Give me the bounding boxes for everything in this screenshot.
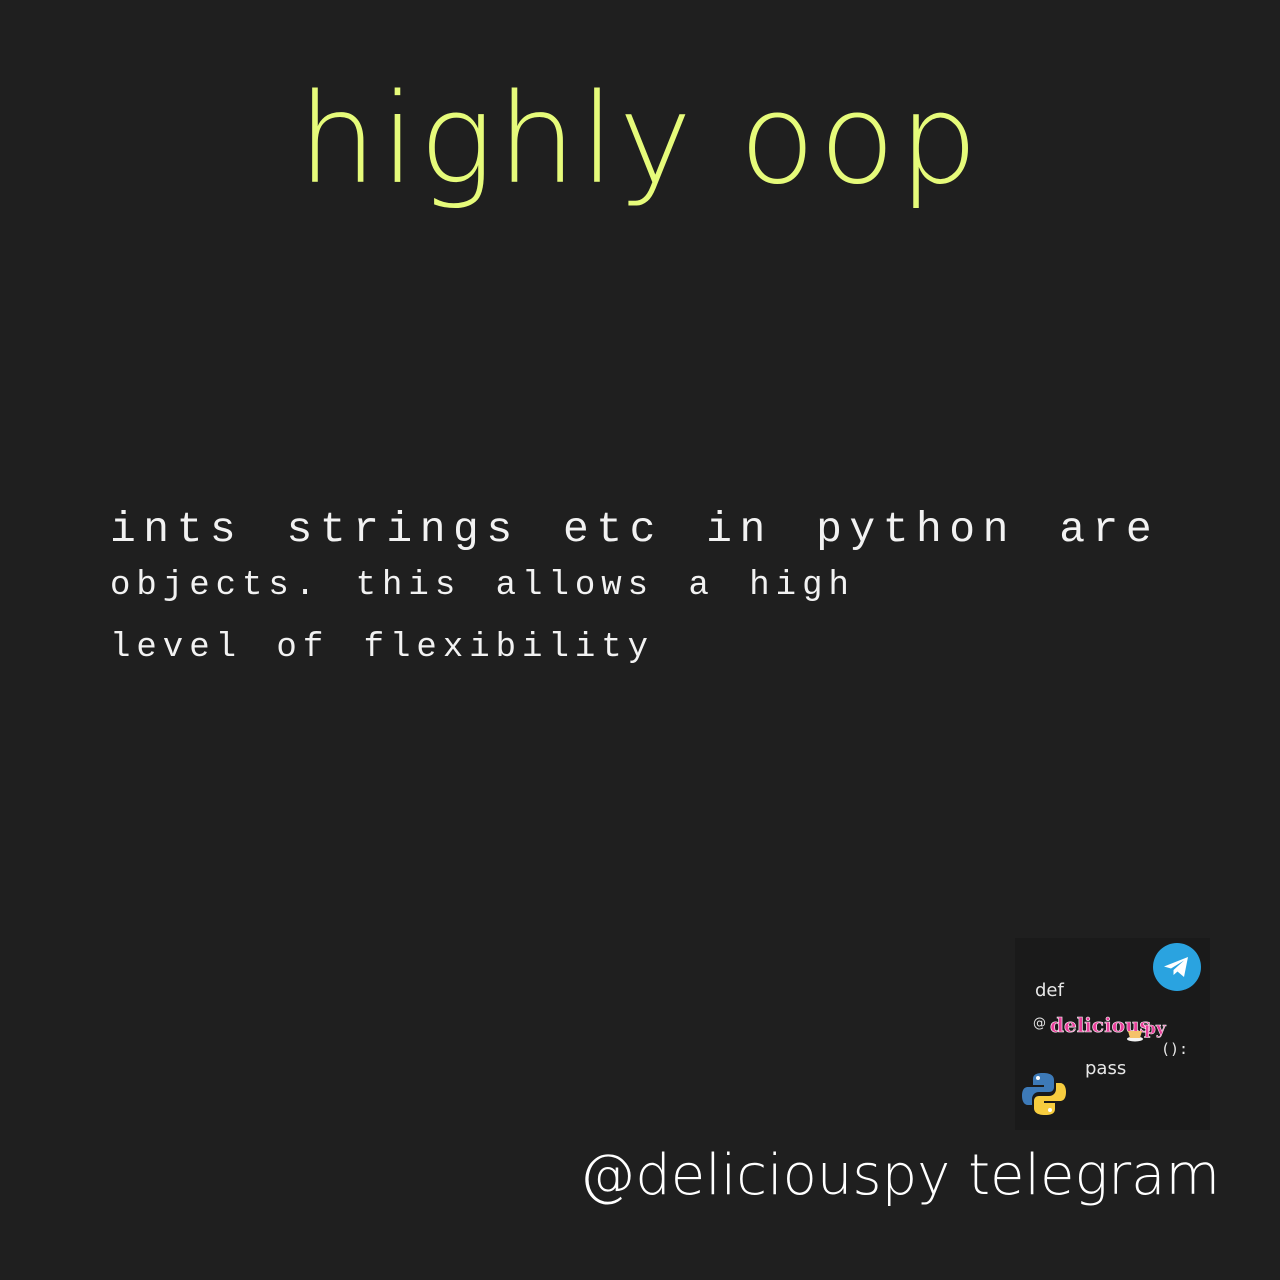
logo-pass-text: pass xyxy=(1085,1058,1127,1079)
body-line-2: objects. this allows a high xyxy=(110,567,855,605)
logo-parens-text: (): xyxy=(1161,1040,1189,1058)
brand-suffix-text: py xyxy=(1144,1019,1167,1039)
logo-at-text: @ xyxy=(1033,1016,1046,1031)
body-text: ints strings etc in python are objects. … xyxy=(110,505,1159,679)
body-line-1: ints strings etc in python are xyxy=(110,505,1160,554)
delicious-py-wordmark: delicious py xyxy=(1050,1013,1167,1042)
telegram-icon xyxy=(1153,943,1201,991)
deliciouspy-logo: def @ delicious py (): pass xyxy=(1015,938,1210,1130)
telegram-handle: @deliciouspy telegram xyxy=(579,1143,1220,1208)
logo-def-text: def xyxy=(1035,980,1064,1001)
post-canvas: highly oop ints strings etc in python ar… xyxy=(0,0,1280,1280)
body-line-3: level of flexibility xyxy=(110,629,655,667)
post-title: highly oop xyxy=(298,68,982,212)
python-icon xyxy=(1022,1073,1066,1115)
